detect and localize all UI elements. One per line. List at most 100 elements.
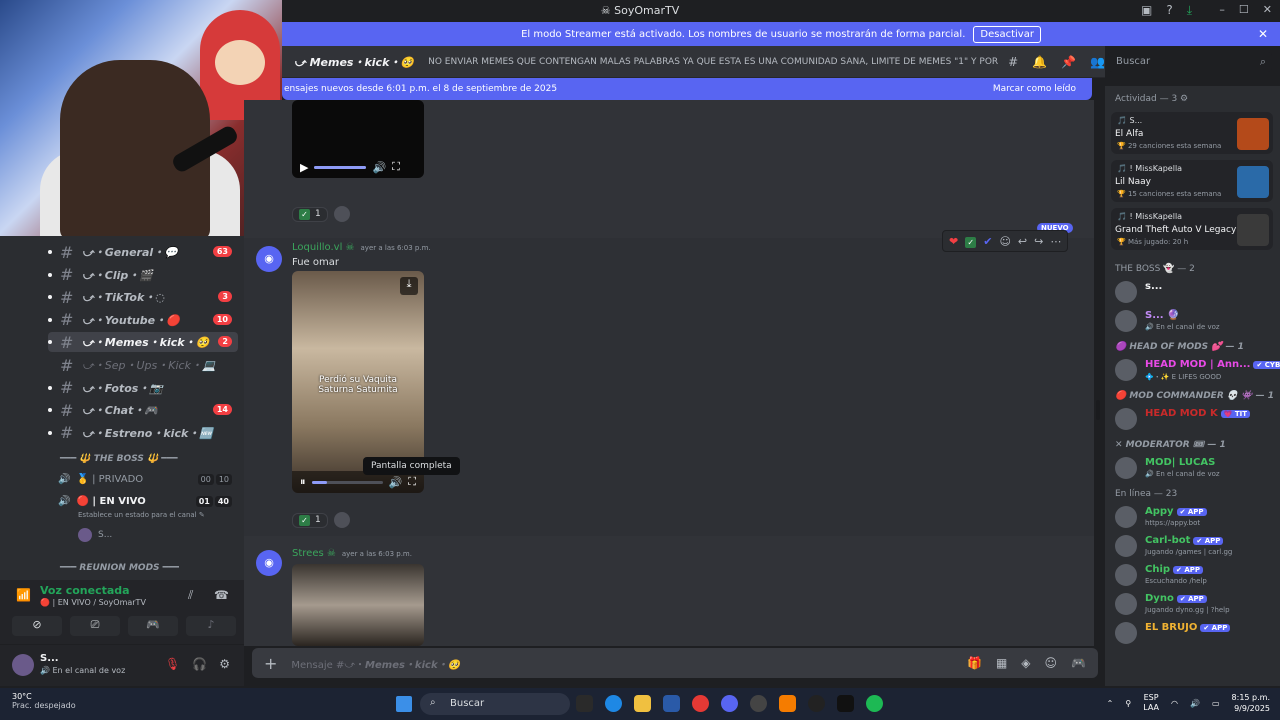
deafen-icon[interactable]: 🎧 — [192, 657, 207, 671]
discord-avatar-icon[interactable]: ◉ — [256, 246, 282, 272]
obs-icon[interactable] — [808, 695, 825, 712]
mark-as-read-button[interactable]: Marcar como leído — [993, 84, 1076, 94]
sidebar-channel-item[interactable]: # ⤻・Fotos・📷 — [48, 378, 238, 398]
sidebar-channel-item[interactable]: # ⤻・Chat・🎮 14 — [48, 400, 238, 420]
fullscreen-icon[interactable]: ⛶ — [408, 475, 416, 489]
pin-icon[interactable]: 📌 — [1061, 55, 1076, 69]
spotify-icon[interactable] — [866, 695, 883, 712]
terminal-icon[interactable] — [837, 695, 854, 712]
member-item[interactable]: S... 🔮 🔊 En el canal de voz — [1115, 307, 1275, 335]
voice-channel-en-vivo[interactable]: 🔊 🔴 | EN VIVO 01 40 — [58, 496, 238, 507]
disconnect-icon[interactable]: ☎ — [214, 588, 229, 602]
category-reunion-mods[interactable]: ━━━ REUNION MODS ━━━ — [60, 563, 179, 573]
check-icon[interactable]: ✓ — [965, 235, 977, 248]
play-icon[interactable]: ▶ — [300, 161, 308, 174]
download-icon[interactable]: ⤓ — [400, 277, 418, 295]
reaction-check[interactable]: ✓ 1 — [292, 512, 328, 528]
heart-icon[interactable]: ❤ — [949, 235, 958, 248]
activity-card[interactable]: 🎵 ! MissKapella Lil Naay 🏆 15 canciones es… — [1111, 160, 1273, 202]
store-icon[interactable] — [663, 695, 680, 712]
member-item[interactable]: s... — [1115, 278, 1275, 306]
voice-user[interactable]: S... — [78, 528, 112, 542]
language-indicator[interactable]: ESP LAA — [1143, 693, 1159, 713]
progress-bar[interactable] — [311, 480, 383, 484]
signal-icon[interactable]: 📶 — [16, 588, 31, 602]
clock[interactable]: 8:15 p.m. 9/9/2025 — [1232, 692, 1270, 714]
activity-card[interactable]: 🎵 S... El Alfa 🏆 29 canciones esta semana — [1111, 112, 1273, 154]
member-item[interactable]: Dyno ✔ APP Jugando dyno.gg | ?help — [1115, 590, 1275, 618]
bell-icon[interactable]: 🔔 — [1032, 55, 1047, 69]
gif-icon[interactable]: ▦ — [996, 656, 1007, 670]
member-item[interactable]: HEAD MOD K 💗 TIT — [1115, 405, 1275, 433]
video-player[interactable] — [292, 564, 424, 646]
settings-gear-icon[interactable]: ⚙ — [219, 657, 230, 671]
volume-icon[interactable]: 🔊 — [1190, 699, 1200, 708]
members-icon[interactable]: 👥 — [1090, 55, 1105, 69]
member-item[interactable]: Carl-bot ✔ APP Jugando /games | carl.gg — [1115, 532, 1275, 560]
sticker-icon[interactable]: ◈ — [1021, 656, 1030, 670]
file-explorer-icon[interactable] — [634, 695, 651, 712]
message-author[interactable]: Loquillo.vl ☠ ayer a las 6:03 p.m. — [292, 242, 431, 253]
add-reaction-icon[interactable] — [333, 206, 350, 222]
member-item[interactable]: EL BRUJO ✔ APP — [1115, 619, 1275, 647]
sidebar-channel-item[interactable]: # ⤻・General・💬 63 — [48, 242, 238, 262]
close-banner-icon[interactable]: ✕ — [1258, 27, 1268, 41]
download-icon[interactable]: ⤓ — [1187, 3, 1192, 18]
sidebar-channel-item[interactable]: # ⤻・Youtube・🔴 10 — [48, 310, 238, 330]
sidebar-channel-item[interactable]: # ⤻・Clip・🎬 — [48, 265, 238, 285]
maximize-button[interactable]: ☐ — [1239, 3, 1249, 16]
wifi-icon[interactable]: ◠ — [1171, 699, 1178, 708]
edge-icon[interactable] — [605, 695, 622, 712]
app-icon[interactable] — [750, 695, 767, 712]
voice-channel-privado[interactable]: 🔊 🥇 | PRIVADO 00 10 — [58, 474, 238, 485]
sidebar-channel-item[interactable]: # ⤻・Sep・Ups・Kick・💻 — [48, 355, 238, 375]
activity-card[interactable]: 🎵 ! MissKapella Grand Theft Auto V Legacy… — [1111, 208, 1273, 250]
member-item[interactable]: HEAD MOD | Ann...✔ CYBR 💠・✨ E LIFES GOOD — [1115, 356, 1280, 384]
task-view-icon[interactable] — [576, 695, 593, 712]
scrollbar[interactable] — [1096, 400, 1100, 420]
discord-avatar-icon[interactable]: ◉ — [256, 550, 282, 576]
weather-widget[interactable]: 30°C Prac. despejado — [12, 692, 76, 710]
taskbar-search[interactable]: ⌕ Buscar — [420, 693, 570, 715]
activities-button[interactable]: 🎮 — [128, 616, 178, 636]
progress-bar[interactable] — [314, 165, 367, 169]
member-item[interactable]: Chip ✔ APP Escuchando /help — [1115, 561, 1275, 589]
sidebar-channel-item[interactable]: # ⤻・Memes・kick・🥺 2 — [48, 332, 238, 353]
fullscreen-icon[interactable]: ⛶ — [392, 160, 400, 174]
soundboard-button[interactable]: ♪ — [186, 616, 236, 636]
pause-icon[interactable]: ⏸ — [300, 475, 306, 489]
message-composer[interactable]: + Mensaje #⤻・Memes・kick・🥺 🎁 ▦ ◈ ☺ 🎮 — [252, 648, 1098, 678]
sidebar-channel-item[interactable]: # ⤻・Estreno・kick・🆕 — [48, 423, 238, 443]
help-icon[interactable]: ? — [1166, 3, 1172, 18]
discord-icon[interactable] — [721, 695, 738, 712]
screen-share-button[interactable]: ⎚ — [70, 616, 120, 636]
noise-suppression-icon[interactable]: ⫽ — [188, 588, 193, 603]
minimize-button[interactable]: – — [1219, 3, 1225, 16]
search-input[interactable]: Buscar ⌕ — [1108, 52, 1272, 72]
location-icon[interactable]: ⚲ — [1125, 699, 1131, 708]
message-author[interactable]: Strees ☠ ayer a las 6:03 p.m. — [292, 548, 412, 559]
chevron-up-icon[interactable]: ⌃ — [1107, 699, 1114, 708]
verified-icon[interactable]: ✔ — [983, 235, 992, 248]
threads-icon[interactable]: # — [1008, 55, 1018, 69]
forward-icon[interactable]: ↪ — [1034, 235, 1043, 248]
camera-off-button[interactable]: ⊘ — [12, 616, 62, 636]
volume-icon[interactable]: 🔊 — [372, 161, 386, 174]
sidebar-channel-item[interactable]: # ⤻・TikTok・◌ 3 — [48, 287, 238, 307]
inbox-icon[interactable]: ▣ — [1141, 3, 1152, 18]
mic-muted-icon[interactable]: 🎙 — [165, 657, 180, 671]
member-item[interactable]: Appy ✔ APP https://appy.bot — [1115, 503, 1275, 531]
member-item[interactable]: MOD| LUCAS 🔊 En el canal de voz — [1115, 454, 1275, 482]
app-icon[interactable] — [779, 695, 796, 712]
set-status-hint[interactable]: Establece un estado para el canal ✎ — [78, 511, 205, 519]
close-button[interactable]: ✕ — [1263, 3, 1272, 16]
reaction-check[interactable]: ✓ 1 — [292, 206, 328, 222]
windows-start-icon[interactable] — [396, 696, 412, 712]
add-reaction-icon[interactable]: ☺ — [999, 235, 1010, 248]
more-icon[interactable]: ⋯ — [1050, 235, 1061, 248]
apps-icon[interactable]: 🎮 — [1071, 656, 1086, 670]
disable-streamer-button[interactable]: Desactivar — [973, 25, 1041, 43]
voice-channel-path[interactable]: 🔴 | EN VIVO / SoyOmarTV — [40, 598, 146, 607]
volume-icon[interactable]: 🔊 — [389, 476, 403, 489]
chrome-icon[interactable] — [692, 695, 709, 712]
